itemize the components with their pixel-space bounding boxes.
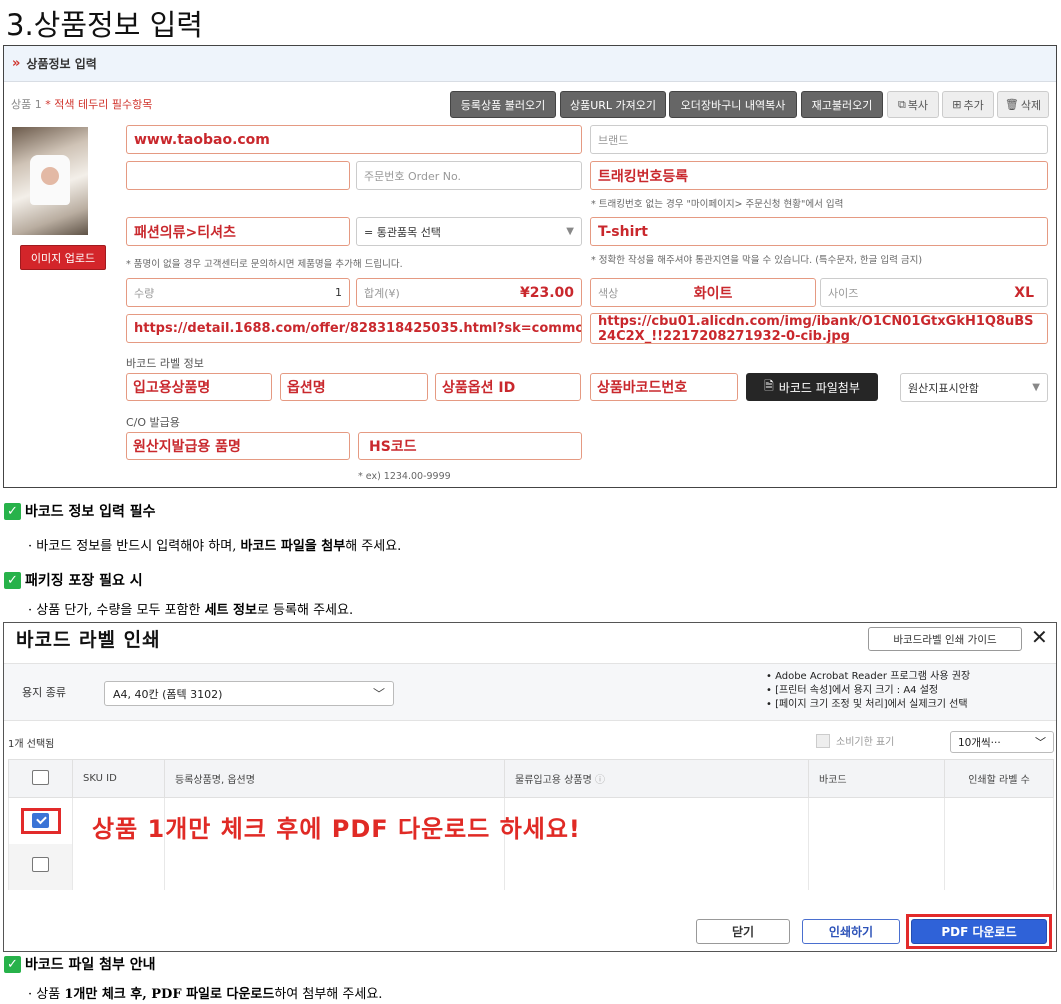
pdf-download-button[interactable]: PDF 다운로드 <box>911 919 1047 944</box>
selected-count: 1개 선택됨 <box>8 739 55 750</box>
table-header-row: SKU ID 등록상품명, 옵션명 물류입고용 상품명 ⓘ 바코드 인쇄할 라벨… <box>8 759 1054 798</box>
chevron-down-icon: ﹀ <box>1035 736 1046 749</box>
size-field[interactable]: 사이즈 XL <box>820 278 1048 307</box>
category-note: * 품명이 없을 경우 고객센터로 문의하시면 제품명을 추가해 드립니다. <box>126 259 403 270</box>
site-field[interactable]: www.taobao.com <box>126 125 582 154</box>
image-upload-button[interactable]: 이미지 업로드 <box>20 245 106 270</box>
col-label-count: 인쇄할 라벨 수 <box>944 759 1054 798</box>
category-field[interactable]: 패션의류>티셔츠 <box>126 217 350 246</box>
options-area: 용지 종류 A4, 40칸 (폼텍 3102) ﹀ Adobe Acrobat … <box>4 663 1056 721</box>
plus-icon: ⊞ <box>952 98 962 111</box>
print-tips: Adobe Acrobat Reader 프로그램 사용 권장 [프린터 속성]… <box>766 670 970 712</box>
panel-header-title: 상품정보 입력 <box>26 57 97 71</box>
paper-type-label: 용지 종류 <box>22 686 66 699</box>
chevron-down-icon: ﹀ <box>372 687 385 701</box>
col-product-option: 등록상품명, 옵션명 <box>164 759 505 798</box>
double-chevron-icon: » <box>12 56 21 71</box>
product-info-panel: » 상품정보 입력 상품 1 * 적색 테두리 필수항목 등록상품 불러오기 상… <box>3 45 1057 488</box>
origin-display-select[interactable]: 원산지표시안함 ▼ <box>900 373 1048 402</box>
english-name-note: * 정확한 작성을 해주셔야 통관지연을 막을 수 있습니다. (특수문자, 한… <box>591 255 923 266</box>
row-checkbox-checked[interactable] <box>32 813 49 829</box>
required-note: * 적색 테두리 필수항목 <box>45 98 153 111</box>
close-icon[interactable]: ✕ <box>1031 625 1048 649</box>
image-url-field[interactable]: https://cbu01.alicdn.com/img/ibank/O1CN0… <box>590 313 1048 344</box>
product-image <box>12 127 88 235</box>
per-page-select[interactable]: 10개씩··· ﹀ <box>950 731 1054 753</box>
copy-icon: ⧉ <box>897 97 906 111</box>
checkmark-icon: ✓ <box>4 502 21 520</box>
row-checkbox[interactable] <box>32 857 49 872</box>
inbound-name-field[interactable]: 입고용상품명 <box>126 373 272 401</box>
tracking-field[interactable]: 트래킹번호등록 <box>590 161 1048 190</box>
hs-code-note: * ex) 1234.00-9999 <box>358 471 451 482</box>
trash-icon: 🗑 <box>1004 98 1019 111</box>
page-title: 3.상품정보 입력 <box>6 8 203 42</box>
hide-expiry-checkbox[interactable] <box>816 733 830 748</box>
english-name-field[interactable]: T-shirt <box>590 217 1048 246</box>
note-desc-barcode: · 바코드 정보를 반드시 입력해야 하며, 바코드 파일을 첨부해 주세요. <box>28 539 402 554</box>
col-inbound-name: 물류입고용 상품명 ⓘ <box>504 759 809 798</box>
barcode-file-attach-button[interactable]: 🗎 바코드 파일첨부 <box>746 373 878 401</box>
col-barcode: 바코드 <box>808 759 945 798</box>
add-button[interactable]: ⊞ 추가 <box>942 91 994 118</box>
close-button[interactable]: 닫기 <box>696 919 790 944</box>
option-name-field[interactable]: 옵션명 <box>280 373 428 401</box>
load-registered-button[interactable]: 등록상품 불러오기 <box>450 91 556 118</box>
print-guide-button[interactable]: 바코드라벨 인쇄 가이드 <box>868 627 1022 651</box>
col-sku-id: SKU ID <box>72 759 165 798</box>
note-desc-packaging: · 상품 단가, 수량을 모두 포함한 세트 정보로 등록해 주세요. <box>28 603 354 618</box>
hide-expiry-toggle[interactable]: 소비기한 표기 <box>816 733 894 748</box>
customs-item-select[interactable]: = 통관품목 선택 ▼ <box>356 217 582 246</box>
co-section-label: C/O 발급용 <box>126 416 180 429</box>
tracking-note: * 트래킹번호 없는 경우 "마이페이지> 주문신청 현황"에서 입력 <box>591 199 844 210</box>
table-row <box>8 843 1054 890</box>
select-all-checkbox[interactable] <box>32 769 49 785</box>
quantity-field[interactable]: 수량 1 <box>126 278 350 307</box>
dialog-title: 바코드 라벨 인쇄 <box>16 629 161 651</box>
panel-header: » 상품정보 입력 <box>4 46 1056 82</box>
order-no-field[interactable]: 주문번호 Order No. <box>356 161 582 190</box>
total-field[interactable]: 합계(¥) ¥23.00 <box>356 278 582 307</box>
required-line: 상품 1 * 적색 테두리 필수항목 <box>11 96 152 112</box>
copy-button[interactable]: ⧉ 복사 <box>887 91 939 118</box>
copy-cart-button[interactable]: 오더장바구니 내역복사 <box>669 91 797 118</box>
product-label: 상품 1 <box>11 98 42 111</box>
highlight-frame <box>20 807 61 834</box>
file-icon: 🗎 <box>764 378 774 393</box>
origin-name-field[interactable]: 원산지발급용 품명 <box>126 432 350 460</box>
delete-button[interactable]: 🗑 삭제 <box>997 91 1049 118</box>
brand-field[interactable]: 브랜드 <box>590 125 1048 154</box>
checkmark-icon: ✓ <box>4 571 21 589</box>
help-icon: ⓘ <box>594 775 605 786</box>
paper-type-select[interactable]: A4, 40칸 (폼텍 3102) ﹀ <box>104 681 394 706</box>
hs-code-field[interactable]: HS코드 <box>358 432 582 460</box>
product-name-field[interactable] <box>126 161 350 190</box>
barcode-label-print-dialog: 바코드 라벨 인쇄 바코드라벨 인쇄 가이드 ✕ 용지 종류 A4, 40칸 (… <box>3 622 1057 952</box>
reload-stock-button[interactable]: 재고불러오기 <box>801 91 883 118</box>
product-url-field[interactable]: https://detail.1688.com/offer/8283184250… <box>126 314 582 343</box>
note-title-barcode-file: ✓ 바코드 파일 첨부 안내 <box>4 954 156 974</box>
note-desc-barcode-file: · 상품 1개만 체크 후, PDF 파일로 다운로드하여 첨부해 주세요. <box>28 987 383 1002</box>
barcode-section-label: 바코드 라벨 정보 <box>126 357 204 370</box>
barcode-number-field[interactable]: 상품바코드번호 <box>590 373 738 401</box>
dropdown-arrow-icon: ▼ <box>1032 382 1040 393</box>
color-field[interactable]: 색상 화이트 <box>590 278 816 307</box>
dropdown-arrow-icon: ▼ <box>566 226 574 237</box>
fetch-url-button[interactable]: 상품URL 가져오기 <box>560 91 666 118</box>
print-button[interactable]: 인쇄하기 <box>802 919 900 944</box>
checkmark-icon: ✓ <box>4 955 21 973</box>
note-title-barcode: ✓ 바코드 정보 입력 필수 <box>4 501 156 521</box>
option-id-field[interactable]: 상품옵션 ID <box>435 373 581 401</box>
instruction-callout: 상품 1개만 체크 후에 PDF 다운로드 하세요! <box>92 815 581 843</box>
note-title-packaging: ✓ 패키징 포장 필요 시 <box>4 570 143 590</box>
